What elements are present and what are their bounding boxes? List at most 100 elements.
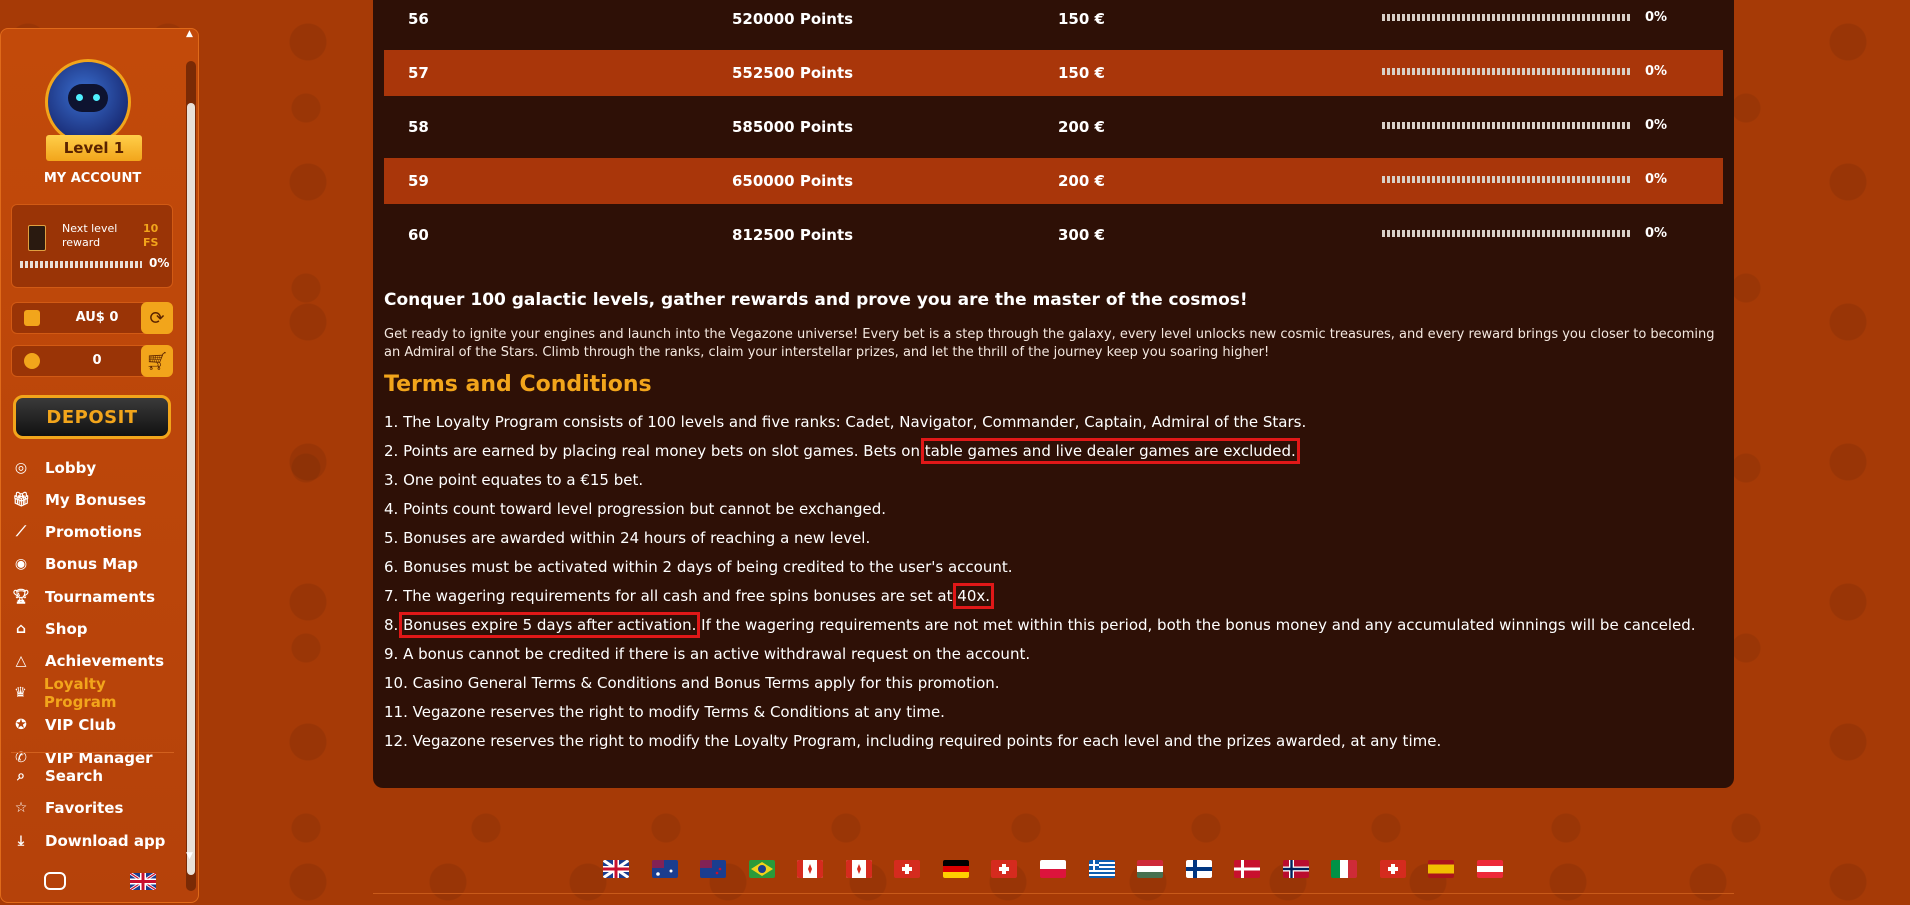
nav-divider [11,752,174,753]
coins-icon [24,353,40,369]
points-cell: 520000 Points [732,10,854,28]
level-cell: 60 [408,226,429,244]
switzerland-it-flag-icon[interactable] [1380,860,1406,878]
greece-flag-icon[interactable] [1089,860,1115,878]
sidebar-scrollbar-thumb[interactable] [187,103,195,875]
table-row: 60 812500 Points 300 € 0% [384,212,1723,258]
term-text: 8. [384,616,404,634]
robot-face-icon [68,84,108,112]
progress-percent: 0% [1645,64,1668,79]
progress-percent: 0% [1645,10,1668,25]
map-icon: ◉ [14,556,28,572]
telescope-icon: ⟋ [16,524,26,540]
term-text: 2. Points are earned by placing real mon… [384,442,925,460]
canada-flag-icon[interactable] [797,860,823,878]
term-item: 4. Points count toward level progression… [384,500,887,518]
shop-icon: ⌂ [15,621,27,637]
brazil-flag-icon[interactable] [749,860,775,878]
vip-icon: ✪ [15,717,27,733]
balance-row: AU$ 0 ⟳ [11,302,173,334]
next-reward-label: Next level reward [62,222,118,249]
sidebar-item-achievements[interactable]: △ Achievements [11,648,176,674]
points-cell: 552500 Points [732,64,854,82]
norway-flag-icon[interactable] [1283,860,1309,878]
points-cell: 585000 Points [732,118,854,136]
sidebar-item-label: Promotions [45,523,142,541]
page-headline: Conquer 100 galactic levels, gather rewa… [384,290,1248,310]
level-cell: 59 [408,172,429,190]
sidebar-item-vip-club[interactable]: ✪ VIP Club [11,712,176,738]
term-item: 1. The Loyalty Program consists of 100 l… [384,413,1307,431]
sidebar-item-search[interactable]: ⌕ Search [11,763,176,789]
progress-percent: 0% [1645,172,1668,187]
sidebar-item-label: Tournaments [45,588,156,606]
scroll-down-arrow-icon[interactable]: ▼ [186,851,193,861]
finland-flag-icon[interactable] [1186,860,1212,878]
term-item: 8. Bonuses expire 5 days after activatio… [384,612,1696,638]
trophy-icon: 🏆︎ [12,589,30,605]
refresh-balance-button[interactable]: ⟳ [141,302,173,334]
term-text: If the wagering requirements are not met… [696,616,1696,634]
denmark-flag-icon[interactable] [1234,860,1260,878]
shop-cart-button[interactable]: 🛒︎ [141,345,173,377]
sidebar-item-bonus-map[interactable]: ◉ Bonus Map [11,551,176,577]
sidebar-item-promotions[interactable]: ⟋ Promotions [11,519,176,545]
sidebar-item-loyalty-program[interactable]: ♛ Loyalty Program [11,675,176,711]
austria-flag-icon[interactable] [1477,860,1503,878]
germany-flag-icon[interactable] [943,860,969,878]
switzerland-de-flag-icon[interactable] [991,860,1017,878]
poland-flag-icon[interactable] [1040,860,1066,878]
download-icon: ⤓ [17,833,25,849]
uk-flag-icon[interactable] [603,860,629,878]
sidebar-item-label: Download app [45,832,166,850]
progress-percent: 0% [1645,226,1668,241]
progress-bar [1382,122,1630,129]
sidebar-item-shop[interactable]: ⌂ Shop [11,616,176,642]
chat-icon[interactable] [44,872,66,890]
sidebar-item-favorites[interactable]: ☆ Favorites [11,795,176,821]
deposit-button[interactable]: DEPOSIT [13,395,171,439]
term-item: 9. A bonus cannot be credited if there i… [384,645,1031,663]
coins-value: 0 [92,353,102,368]
sidebar-item-lobby[interactable]: ◎ Lobby [11,455,176,481]
next-level-reward-card[interactable]: Next level reward 10 FS 0% [11,204,173,288]
spain-flag-icon[interactable] [1428,860,1454,878]
level-cell: 56 [408,10,429,28]
sidebar-item-my-bonuses[interactable]: 🎁︎ My Bonuses [11,487,176,513]
scroll-up-arrow-icon[interactable]: ▲ [186,29,193,39]
points-cell: 650000 Points [732,172,854,190]
reward-cell: 150 € [1058,10,1105,28]
canada-fr-flag-icon[interactable] [846,860,872,878]
switzerland-flag-icon[interactable] [894,860,920,878]
sidebar-item-label: Favorites [45,799,124,817]
avatar[interactable] [45,59,131,145]
sidebar-item-label: Bonus Map [45,555,139,573]
new-zealand-flag-icon[interactable] [700,860,726,878]
hungary-flag-icon[interactable] [1137,860,1163,878]
level-cell: 58 [408,118,429,136]
next-reward-progress-bar [20,261,142,268]
italy-flag-icon[interactable] [1331,860,1357,878]
terms-title: Terms and Conditions [384,372,652,397]
term-item: 5. Bonuses are awarded within 24 hours o… [384,529,871,547]
sidebar-item-download-app[interactable]: ⤓ Download app [11,828,176,854]
wallet-icon [24,310,40,326]
gift-icon: 🎁︎ [12,492,30,508]
balance-value: AU$ 0 [75,310,119,325]
term-item: 3. One point equates to a €15 bet. [384,471,644,489]
sidebar-item-label: Loyalty Program [43,675,117,711]
reward-cell: 150 € [1058,64,1105,82]
table-row: 58 585000 Points 200 € 0% [384,104,1723,150]
my-account-link[interactable]: MY ACCOUNT [1,171,184,186]
australia-flag-icon[interactable] [652,860,678,878]
sidebar-item-tournaments[interactable]: 🏆︎ Tournaments [11,584,176,610]
term-item: 2. Points are earned by placing real mon… [384,438,1300,464]
coins-row: 0 🛒︎ [11,345,173,377]
intro-paragraph: Get ready to ignite your engines and lau… [384,327,1715,360]
reward-card-icon [28,225,46,251]
sidebar: Level 1 MY ACCOUNT Next level reward 10 … [0,28,199,903]
language-uk-flag-icon[interactable] [130,873,156,890]
term-item: 11. Vegazone reserves the right to modif… [384,703,945,721]
achievements-icon: △ [15,653,27,669]
cart-icon: 🛒︎ [145,350,169,372]
